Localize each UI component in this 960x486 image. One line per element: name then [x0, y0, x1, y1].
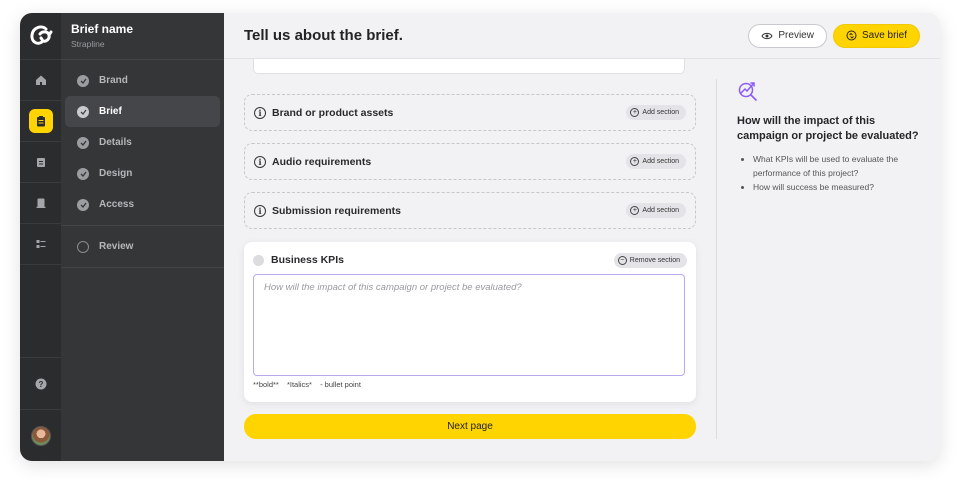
check-icon: [253, 254, 264, 266]
nav-item-label: Access: [99, 199, 135, 210]
help-bullet: What KPIs will be used to evaluate the p…: [753, 152, 927, 180]
plus-icon: +: [630, 206, 640, 215]
nav-item-label: Brief: [99, 106, 122, 117]
nav-item-brief[interactable]: Brief: [65, 96, 220, 127]
home-icon: [35, 75, 46, 85]
add-section-button[interactable]: + Add section: [626, 203, 686, 218]
help-icon: ?: [35, 378, 46, 389]
next-page-button[interactable]: Next page: [244, 414, 696, 439]
brief-header: Brief name Strapline: [61, 13, 224, 60]
section-brand-assets[interactable]: i Brand or product assets + Add section: [244, 94, 696, 131]
hint-bold: **bold**: [253, 380, 279, 389]
nav-item-details[interactable]: Details: [65, 127, 220, 158]
eye-icon: [761, 32, 773, 39]
icon-rail: ?: [20, 13, 61, 461]
nav-item-label: Review: [99, 241, 134, 252]
section-title: Brand or product assets: [272, 106, 394, 119]
brief-sections: i Brand or product assets + Add section i…: [244, 59, 696, 439]
check-icon: [77, 105, 89, 118]
nav-item-design[interactable]: Design: [65, 158, 220, 189]
info-icon: i: [254, 155, 266, 168]
rail-help[interactable]: ?: [20, 357, 61, 409]
top-bar: Tell us about the brief. Preview Save br…: [224, 13, 940, 59]
analytics-icon: [738, 82, 757, 101]
avatar[interactable]: [30, 425, 51, 446]
rail-access[interactable]: [20, 224, 61, 265]
section-title: Business KPIs: [271, 254, 344, 266]
nav-item-label: Brand: [99, 75, 128, 86]
remove-section-label: Remove section: [629, 256, 680, 264]
check-icon: [77, 136, 89, 149]
hint-italics: *Italics*: [286, 380, 312, 389]
nav-item-brand[interactable]: Brand: [65, 65, 220, 96]
preview-button[interactable]: Preview: [748, 23, 827, 48]
help-list: What KPIs will be used to evaluate the p…: [737, 152, 927, 194]
rail-design[interactable]: [20, 183, 61, 224]
main-panel: Tell us about the brief. Preview Save br…: [224, 13, 940, 461]
rail-brief[interactable]: [20, 101, 61, 142]
save-brief-button[interactable]: Save brief: [832, 23, 920, 48]
brief-name: Brief name: [71, 22, 134, 36]
svg-text:?: ?: [38, 380, 43, 389]
brief-nav: Brief name Strapline Brand Brief Details…: [61, 13, 224, 461]
rail-details[interactable]: [20, 142, 61, 183]
previous-section-card: [253, 59, 685, 74]
preview-label: Preview: [778, 30, 814, 41]
add-section-button[interactable]: + Add section: [626, 105, 686, 120]
logo-icon: [29, 25, 52, 45]
nav-review-group: Review: [61, 226, 224, 268]
rail-profile[interactable]: [20, 409, 61, 461]
section-title: Audio requirements: [272, 155, 372, 168]
nav-item-review[interactable]: Review: [65, 231, 220, 262]
brief-icon: [36, 116, 45, 127]
design-icon: [36, 198, 45, 208]
nav-steps: Brand Brief Details Design Access: [61, 60, 224, 226]
section-title: Submission requirements: [272, 204, 401, 217]
info-icon: i: [254, 204, 266, 217]
logo[interactable]: [20, 13, 61, 60]
formatting-hints: **bold** *Italics* - bullet point: [253, 380, 687, 389]
check-icon: [77, 198, 89, 211]
add-section-label: Add section: [642, 158, 679, 165]
add-section-button[interactable]: + Add section: [626, 154, 686, 169]
section-business-kpis: Business KPIs − Remove section How will t…: [244, 242, 696, 402]
help-title: How will the impact of this campaign or …: [737, 115, 919, 142]
nav-item-access[interactable]: Access: [65, 189, 220, 220]
info-icon: i: [254, 106, 266, 119]
details-icon: [36, 158, 45, 167]
help-panel: How will the impact of this campaign or …: [737, 79, 927, 194]
hint-bullet: - bullet point: [320, 380, 361, 389]
nav-item-label: Details: [99, 137, 132, 148]
page-title: Tell us about the brief.: [244, 27, 403, 44]
minus-icon: −: [617, 255, 627, 265]
section-submission[interactable]: i Submission requirements + Add section: [244, 192, 696, 229]
section-audio[interactable]: i Audio requirements + Add section: [244, 143, 696, 180]
kpi-textarea[interactable]: How will the impact of this campaign or …: [253, 274, 685, 376]
sync-icon: [846, 30, 857, 41]
check-icon: [77, 167, 89, 180]
app-window: ? Brief name Strapline Brand Brief Detai…: [20, 13, 940, 461]
nav-item-label: Design: [99, 168, 133, 179]
add-section-label: Add section: [642, 207, 679, 214]
divider: [716, 79, 717, 439]
access-icon: [36, 240, 45, 248]
check-icon: [77, 74, 89, 87]
brief-strapline: Strapline: [71, 39, 105, 49]
plus-icon: +: [630, 157, 640, 166]
circle-icon: [77, 240, 89, 253]
remove-section-button[interactable]: − Remove section: [613, 252, 687, 268]
help-bullet: How will success be measured?: [753, 180, 927, 194]
save-label: Save brief: [861, 30, 907, 41]
rail-home[interactable]: [20, 60, 61, 101]
add-section-label: Add section: [642, 109, 679, 116]
plus-icon: +: [630, 108, 640, 117]
